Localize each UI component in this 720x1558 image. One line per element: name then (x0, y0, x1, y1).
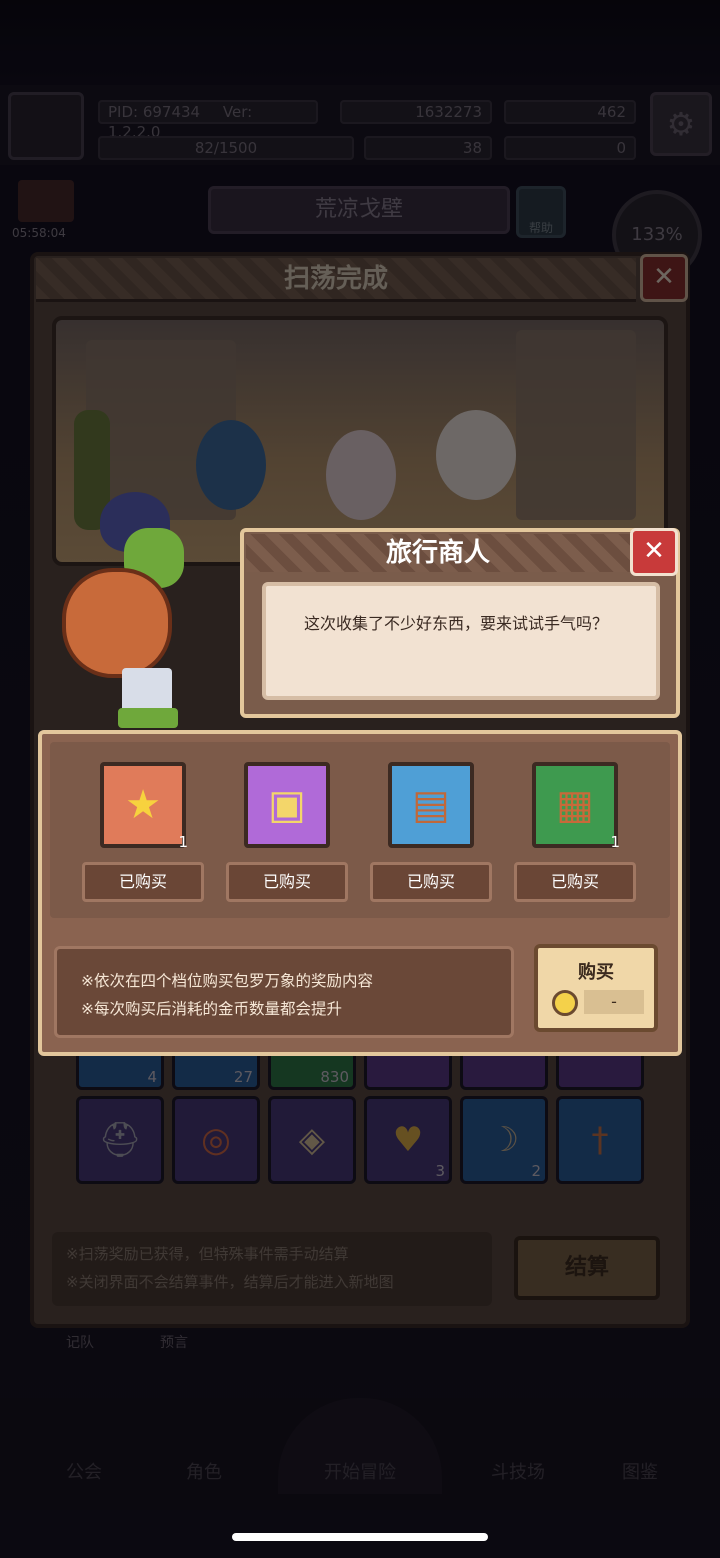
bought-button[interactable]: 已购买 (226, 862, 348, 902)
nav-codex[interactable]: 图鉴 (580, 1398, 700, 1494)
bought-button[interactable]: 已购买 (514, 862, 636, 902)
nav-codex-label: 图鉴 (622, 1462, 658, 1483)
sweep-close-button[interactable]: ✕ (640, 254, 688, 302)
buy-label: 购买 (578, 962, 614, 983)
necklace-icon[interactable]: ♥ 3 (364, 1096, 452, 1184)
bought-button[interactable]: 已购买 (370, 862, 492, 902)
shop-info: ※依次在四个档位购买包罗万象的奖励内容 ※每次购买后消耗的金币数量都会提升 (54, 946, 514, 1038)
pid-text: PID: 697434 (108, 103, 201, 121)
clover-value: 38 (462, 139, 482, 157)
item-count: 1 (610, 833, 620, 851)
bought-button[interactable]: 已购买 (82, 862, 204, 902)
tab-team[interactable]: 记队 (66, 1332, 94, 1356)
map-name[interactable]: 荒凉戈壁 (208, 186, 510, 234)
loot-grid: 4 27 830 ⛑ ◎ ◈ ♥ 3 ☽ 2 † (66, 1040, 656, 1200)
belt-icon[interactable]: ◎ (172, 1096, 260, 1184)
key-value: 0 (616, 139, 626, 157)
sweep-footnote-line: ※扫荡奖励已获得，但特殊事件需手动结算 (66, 1245, 349, 1263)
nav-arena[interactable]: 斗技场 (458, 1398, 578, 1494)
gem-counter: 462 (504, 100, 636, 124)
merchant-dialog-title: 旅行商人 (246, 534, 630, 572)
loot-count: 2 (531, 1162, 541, 1180)
avatar[interactable] (8, 92, 84, 160)
shop-info-line: ※每次购买后消耗的金币数量都会提升 (81, 1000, 342, 1018)
loot-count: 830 (320, 1068, 349, 1086)
merchant-message-text: 这次收集了不少好东西，要来试试手气吗？ (304, 614, 609, 633)
event-timer: 05:58:04 (12, 226, 66, 240)
nav-guild[interactable]: 公会 (24, 1398, 144, 1494)
settle-button[interactable]: 结算 (514, 1236, 660, 1300)
merchant-character (56, 488, 236, 728)
merchant-shorts (122, 668, 172, 712)
tab-preview[interactable]: 预言 (160, 1332, 188, 1356)
nav-guild-label: 公会 (66, 1462, 102, 1483)
gift-icon[interactable] (18, 180, 74, 222)
speed-value: 133% (631, 224, 683, 245)
merchant-legs (118, 708, 178, 728)
hero-sprite (326, 430, 396, 520)
nav-adventure-label: 开始冒险 (324, 1462, 396, 1483)
home-indicator[interactable] (232, 1533, 488, 1541)
chest-icon[interactable]: ▦ 1 (532, 762, 620, 851)
item-count: 1 (178, 833, 188, 851)
settings-gear-icon[interactable]: ⚙ (650, 92, 712, 156)
stamina-value: 82/1500 (194, 139, 258, 157)
sweep-footnote: ※扫荡奖励已获得，但特殊事件需手动结算 ※关闭界面不会结算事件，结算后才能进入新… (52, 1232, 492, 1306)
sweep-footnote-line: ※关闭界面不会结算事件，结算后才能进入新地图 (66, 1273, 394, 1291)
buy-cost: - (584, 990, 644, 1014)
coin-icon (552, 990, 578, 1016)
help-button[interactable]: 帮助 (516, 186, 566, 238)
game-screen: PID: 697434 Ver: 1.2.2.0 1632273 462 82/… (0, 0, 720, 1558)
stamina-bar: 82/1500 (98, 136, 354, 160)
clover-counter: 38 (364, 136, 492, 160)
buy-button[interactable]: 购买 - (534, 944, 658, 1032)
gold-counter: 1632273 (340, 100, 492, 124)
scroll-icon[interactable]: ◈ (268, 1096, 356, 1184)
key-counter: 0 (504, 136, 636, 160)
merchant-message: 这次收集了不少好东西，要来试试手气吗？ (262, 582, 660, 700)
help-label: 帮助 (528, 221, 553, 235)
gold-card-icon[interactable]: ▣ (244, 762, 330, 848)
loot-count: 27 (233, 1068, 253, 1086)
gem-value: 462 (597, 103, 626, 121)
rock-pillar (516, 330, 636, 520)
merchant-backpack (62, 568, 172, 678)
dagger-icon[interactable]: † (556, 1096, 644, 1184)
star-icon[interactable]: ★ 1 (100, 762, 188, 851)
bow-icon[interactable]: ☽ 2 (460, 1096, 548, 1184)
nav-character[interactable]: 角色 (144, 1398, 264, 1494)
merchant-close-button[interactable]: ✕ (630, 528, 678, 576)
nav-arena-label: 斗技场 (491, 1462, 545, 1483)
nav-character-label: 角色 (186, 1462, 222, 1483)
rune-card-icon[interactable]: ▤ (388, 762, 474, 848)
shop-info-line: ※依次在四个档位购买包罗万象的奖励内容 (81, 972, 373, 990)
pid-version: PID: 697434 Ver: 1.2.2.0 (98, 100, 318, 141)
sweep-panel-title: 扫荡完成 (36, 258, 636, 302)
loot-count: 4 (147, 1068, 157, 1086)
hero-sprite (436, 410, 516, 500)
loot-count: 3 (435, 1162, 445, 1180)
gold-value: 1632273 (415, 103, 482, 121)
helmet-icon[interactable]: ⛑ (76, 1096, 164, 1184)
